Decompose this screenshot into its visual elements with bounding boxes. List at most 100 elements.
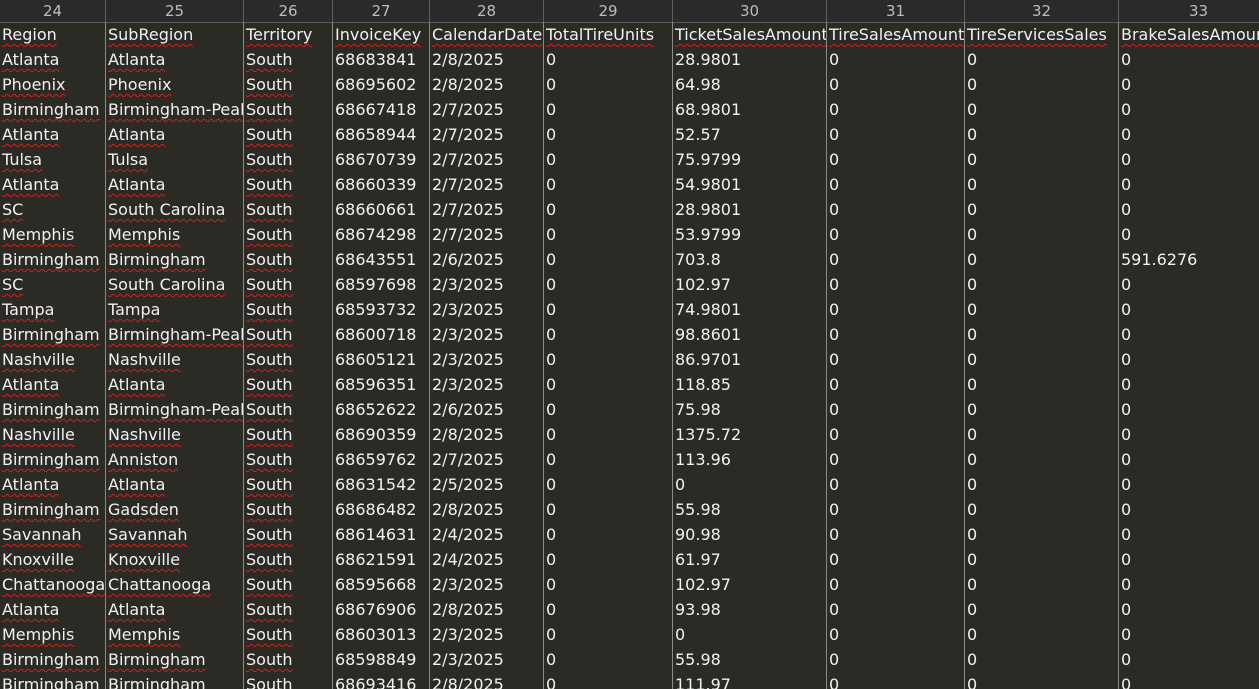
cell-calendar-date[interactable]: 2/8/2025 — [430, 72, 544, 97]
cell-territory[interactable]: South — [244, 147, 333, 172]
cell-region[interactable]: Memphis — [0, 622, 106, 647]
cell-total-tire-units[interactable]: 0 — [544, 147, 673, 172]
cell-brake-sales-amount[interactable]: 0 — [1119, 472, 1259, 497]
cell-sub-region[interactable]: Atlanta — [106, 172, 244, 197]
cell-territory[interactable]: South — [244, 572, 333, 597]
cell-territory[interactable]: South — [244, 472, 333, 497]
cell-ticket-sales-amount[interactable]: 28.9801 — [673, 197, 827, 222]
cell-region[interactable]: Birmingham — [0, 672, 106, 689]
cell-tire-sales-amount[interactable]: 0 — [827, 547, 965, 572]
header-cell-tire-sales-amount[interactable]: TireSalesAmount — [827, 22, 965, 47]
cell-territory[interactable]: South — [244, 372, 333, 397]
cell-region[interactable]: Phoenix — [0, 72, 106, 97]
cell-tire-services-sales[interactable]: 0 — [965, 197, 1119, 222]
cell-tire-services-sales[interactable]: 0 — [965, 147, 1119, 172]
cell-invoice-key[interactable]: 68614631 — [333, 522, 430, 547]
cell-brake-sales-amount[interactable]: 0 — [1119, 222, 1259, 247]
cell-tire-services-sales[interactable]: 0 — [965, 97, 1119, 122]
cell-ticket-sales-amount[interactable]: 113.96 — [673, 447, 827, 472]
cell-total-tire-units[interactable]: 0 — [544, 447, 673, 472]
cell-invoice-key[interactable]: 68667418 — [333, 97, 430, 122]
cell-region[interactable]: Atlanta — [0, 122, 106, 147]
cell-region[interactable]: Birmingham — [0, 647, 106, 672]
cell-calendar-date[interactable]: 2/3/2025 — [430, 347, 544, 372]
cell-territory[interactable]: South — [244, 222, 333, 247]
cell-sub-region[interactable]: Birmingham — [106, 647, 244, 672]
header-cell-ticket-sales-amount[interactable]: TicketSalesAmount — [673, 22, 827, 47]
cell-invoice-key[interactable]: 68652622 — [333, 397, 430, 422]
cell-calendar-date[interactable]: 2/7/2025 — [430, 222, 544, 247]
cell-brake-sales-amount[interactable]: 0 — [1119, 522, 1259, 547]
cell-region[interactable]: Nashville — [0, 422, 106, 447]
spreadsheet-grid[interactable]: 24 25 26 27 28 29 30 31 32 33 Region SubRegion Terr… — [0, 0, 1259, 689]
cell-calendar-date[interactable]: 2/8/2025 — [430, 47, 544, 72]
cell-territory[interactable]: South — [244, 597, 333, 622]
cell-territory[interactable]: South — [244, 322, 333, 347]
cell-total-tire-units[interactable]: 0 — [544, 72, 673, 97]
cell-tire-services-sales[interactable]: 0 — [965, 372, 1119, 397]
cell-ticket-sales-amount[interactable]: 1375.72 — [673, 422, 827, 447]
cell-invoice-key[interactable]: 68690359 — [333, 422, 430, 447]
cell-territory[interactable]: South — [244, 447, 333, 472]
cell-total-tire-units[interactable]: 0 — [544, 597, 673, 622]
cell-brake-sales-amount[interactable]: 0 — [1119, 272, 1259, 297]
cell-tire-services-sales[interactable]: 0 — [965, 472, 1119, 497]
cell-ticket-sales-amount[interactable]: 52.57 — [673, 122, 827, 147]
cell-ticket-sales-amount[interactable]: 74.9801 — [673, 297, 827, 322]
cell-region[interactable]: Tulsa — [0, 147, 106, 172]
cell-ticket-sales-amount[interactable]: 55.98 — [673, 497, 827, 522]
cell-region[interactable]: Memphis — [0, 222, 106, 247]
cell-calendar-date[interactable]: 2/3/2025 — [430, 297, 544, 322]
cell-territory[interactable]: South — [244, 172, 333, 197]
cell-calendar-date[interactable]: 2/3/2025 — [430, 372, 544, 397]
cell-tire-sales-amount[interactable]: 0 — [827, 397, 965, 422]
cell-region[interactable]: Birmingham — [0, 322, 106, 347]
cell-invoice-key[interactable]: 68686482 — [333, 497, 430, 522]
cell-invoice-key[interactable]: 68670739 — [333, 147, 430, 172]
cell-ticket-sales-amount[interactable]: 61.97 — [673, 547, 827, 572]
cell-tire-sales-amount[interactable]: 0 — [827, 272, 965, 297]
cell-calendar-date[interactable]: 2/8/2025 — [430, 597, 544, 622]
cell-calendar-date[interactable]: 2/5/2025 — [430, 472, 544, 497]
cell-sub-region[interactable]: Tulsa — [106, 147, 244, 172]
cell-region[interactable]: Tampa — [0, 297, 106, 322]
column-number-29[interactable]: 29 — [544, 0, 673, 22]
cell-tire-sales-amount[interactable]: 0 — [827, 622, 965, 647]
cell-brake-sales-amount[interactable]: 0 — [1119, 197, 1259, 222]
cell-tire-sales-amount[interactable]: 0 — [827, 447, 965, 472]
cell-total-tire-units[interactable]: 0 — [544, 422, 673, 447]
cell-ticket-sales-amount[interactable]: 102.97 — [673, 572, 827, 597]
column-divider[interactable] — [826, 22, 827, 689]
cell-invoice-key[interactable]: 68597698 — [333, 272, 430, 297]
cell-ticket-sales-amount[interactable]: 703.8 — [673, 247, 827, 272]
cell-sub-region[interactable]: Birmingham-Peak — [106, 322, 244, 347]
cell-ticket-sales-amount[interactable]: 64.98 — [673, 72, 827, 97]
header-cell-region[interactable]: Region — [0, 22, 106, 47]
column-divider[interactable] — [105, 22, 106, 689]
cell-total-tire-units[interactable]: 0 — [544, 572, 673, 597]
cell-sub-region[interactable]: South Carolina — [106, 272, 244, 297]
cell-tire-sales-amount[interactable]: 0 — [827, 322, 965, 347]
cell-ticket-sales-amount[interactable]: 102.97 — [673, 272, 827, 297]
cell-territory[interactable]: South — [244, 547, 333, 572]
cell-region[interactable]: Nashville — [0, 347, 106, 372]
cell-sub-region[interactable]: South Carolina — [106, 197, 244, 222]
cell-sub-region[interactable]: Atlanta — [106, 372, 244, 397]
cell-brake-sales-amount[interactable]: 0 — [1119, 497, 1259, 522]
cell-sub-region[interactable]: Savannah — [106, 522, 244, 547]
cell-sub-region[interactable]: Anniston — [106, 447, 244, 472]
cell-invoice-key[interactable]: 68676906 — [333, 597, 430, 622]
cell-invoice-key[interactable]: 68603013 — [333, 622, 430, 647]
cell-calendar-date[interactable]: 2/6/2025 — [430, 247, 544, 272]
cell-calendar-date[interactable]: 2/7/2025 — [430, 172, 544, 197]
cell-calendar-date[interactable]: 2/3/2025 — [430, 647, 544, 672]
cell-ticket-sales-amount[interactable]: 54.9801 — [673, 172, 827, 197]
cell-ticket-sales-amount[interactable]: 75.9799 — [673, 147, 827, 172]
cell-sub-region[interactable]: Nashville — [106, 347, 244, 372]
cell-territory[interactable]: South — [244, 422, 333, 447]
cell-territory[interactable]: South — [244, 297, 333, 322]
cell-ticket-sales-amount[interactable]: 86.9701 — [673, 347, 827, 372]
cell-brake-sales-amount[interactable]: 0 — [1119, 322, 1259, 347]
cell-calendar-date[interactable]: 2/7/2025 — [430, 197, 544, 222]
cell-calendar-date[interactable]: 2/7/2025 — [430, 97, 544, 122]
